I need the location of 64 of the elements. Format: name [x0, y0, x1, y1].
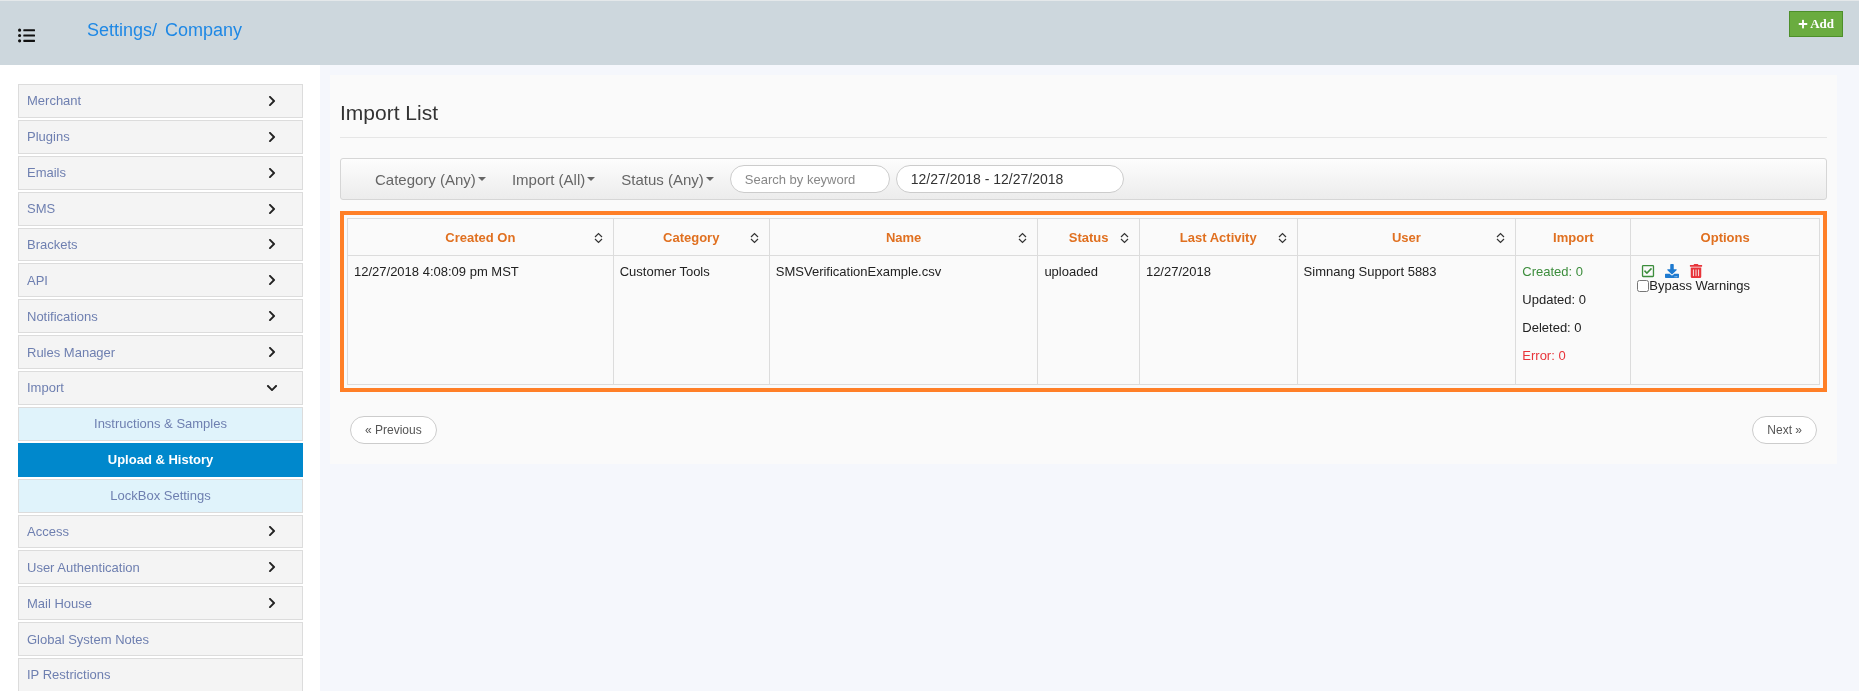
chevron-icon [266, 130, 278, 143]
column-header[interactable]: Name [769, 218, 1038, 256]
table-cell: 12/27/2018 4:08:09 pm MST [347, 255, 614, 385]
import-count: Error: 0 [1522, 348, 1567, 363]
sidebar-subitem[interactable]: Upload & History [18, 442, 303, 477]
chevron-icon [266, 202, 278, 215]
page-title: Import List [340, 83, 1827, 138]
chevron-icon [266, 561, 278, 574]
filter-dropdown[interactable]: Status (Any) [611, 170, 724, 188]
table-cell: uploaded [1037, 255, 1140, 385]
table-cell: 12/27/2018 [1139, 255, 1298, 385]
import-count: Updated: 0 [1522, 292, 1587, 307]
table-cell: SMSVerificationExample.csv [769, 255, 1038, 385]
menu-icon[interactable] [18, 26, 35, 44]
chevron-icon [266, 310, 278, 323]
column-header: Import [1515, 218, 1631, 256]
date-range-field[interactable]: 12/27/2018 - 12/27/2018 [895, 165, 1124, 193]
sidebar-item[interactable]: IP Restrictions [18, 658, 303, 691]
sidebar-item[interactable]: Merchant [18, 84, 303, 118]
breadcrumb-link[interactable]: Settings/ [87, 19, 158, 41]
sidebar-item[interactable]: Import [18, 371, 303, 405]
sidebar-item[interactable]: Global System Notes [18, 622, 303, 656]
sidebar-item[interactable]: Rules Manager [18, 335, 303, 369]
checkbox-icon[interactable] [1641, 264, 1656, 278]
chevron-icon [266, 94, 278, 107]
sidebar-item[interactable]: Notifications [18, 299, 303, 334]
column-header[interactable]: Last Activity [1139, 218, 1298, 256]
chevron-icon [266, 525, 278, 538]
sidebar-item[interactable]: Mail House [18, 586, 303, 621]
sidebar-subitem[interactable]: Instructions & Samples [18, 406, 303, 441]
bypass-label: Bypass Warnings [1649, 278, 1750, 293]
sidebar-item[interactable]: Access [18, 514, 303, 549]
add-button[interactable]: Add [1789, 11, 1843, 37]
filter-dropdown[interactable]: Import (All) [501, 170, 606, 188]
sidebar-item[interactable]: Plugins [18, 119, 303, 154]
previous-button[interactable]: « Previous [350, 416, 437, 444]
column-header[interactable]: Category [613, 218, 770, 256]
chevron-icon [266, 238, 278, 251]
next-button[interactable]: Next » [1752, 416, 1817, 444]
import-count: Created: 0 [1522, 264, 1584, 279]
sidebar-item[interactable]: SMS [18, 191, 303, 226]
chevron-icon [266, 274, 278, 287]
sidebar-item[interactable]: Emails [18, 155, 303, 190]
filter-dropdown[interactable]: Category (Any) [365, 170, 496, 188]
breadcrumb-link[interactable]: Company [165, 19, 243, 41]
sidebar-item[interactable]: API [18, 263, 303, 298]
trash-icon[interactable] [1689, 264, 1704, 278]
column-header[interactable]: Created On [347, 218, 614, 256]
sidebar-item[interactable]: User Authentication [18, 550, 303, 585]
column-header[interactable]: User [1297, 218, 1516, 256]
sidebar-subitem[interactable]: LockBox Settings [18, 478, 303, 513]
plus-icon [1798, 19, 1809, 29]
chevron-icon [266, 166, 278, 179]
sidebar-item[interactable]: Brackets [18, 227, 303, 262]
import-count: Deleted: 0 [1522, 320, 1583, 335]
chevron-icon [266, 597, 278, 610]
column-header: Options [1630, 218, 1820, 256]
table-cell: Customer Tools [613, 255, 770, 385]
download-icon[interactable] [1665, 264, 1680, 278]
table-cell: Simnang Support 5883 [1297, 255, 1516, 385]
chevron-icon [266, 346, 278, 359]
search-field[interactable]: Search by keyword [729, 165, 890, 193]
column-header[interactable]: Status [1037, 218, 1140, 256]
bypass-checkbox[interactable] [1637, 279, 1650, 292]
